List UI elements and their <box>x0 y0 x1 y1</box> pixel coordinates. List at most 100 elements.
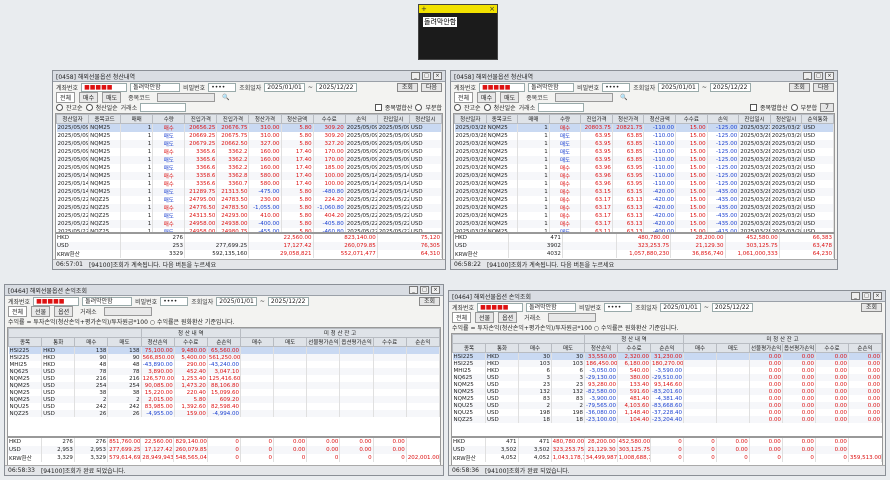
column-header[interactable]: 매도 <box>716 343 750 353</box>
table-row[interactable]: NQM25 USD 23 23 93,280.00 133.40 93,146.60 0.00… <box>452 381 882 388</box>
sticky-close-icon[interactable]: × <box>489 5 495 13</box>
table-row[interactable]: HSI225 HKD 90 90 566,850.00 5,400.00 561,250.0… <box>8 354 440 361</box>
maximize-icon[interactable]: □ <box>862 292 871 300</box>
table-row[interactable]: NQM25 USD 2 2 2,015.00 5.80 609.20 <box>8 396 440 403</box>
exchange-select[interactable] <box>538 102 585 112</box>
table-row[interactable]: NQM25 USD 83 83 -3,900.00 481.40 -4,381.40 0.00… <box>452 395 882 402</box>
table-row[interactable]: NQZ25 USD 26 26 -4,955.00 159.00 -4,994.00 <box>8 410 440 417</box>
column-header[interactable]: 매수 <box>683 343 717 353</box>
column-header[interactable]: 옵션평가손익 <box>782 343 816 353</box>
date-from-field[interactable]: 2025/01/01 <box>660 302 701 312</box>
table-row[interactable]: 2025/05/22 NQZ25 1 매수 24958.00 24938.00 -400.0… <box>56 220 442 228</box>
table-row[interactable]: NQU25 USD 242 242 83,985.00 1,392.60 82,598.40 <box>8 403 440 410</box>
column-header[interactable]: 진입가격 <box>216 114 250 124</box>
table-row[interactable]: 2025/03/28 NQM25 1 매도 63.95 63.85 -110.00 15.00… <box>454 132 834 140</box>
minimize-icon[interactable]: _ <box>411 72 420 80</box>
minimize-icon[interactable]: _ <box>851 292 860 300</box>
column-header[interactable]: 청산금액 <box>280 114 314 124</box>
column-header[interactable]: 수량 <box>152 114 186 124</box>
table-row[interactable]: NQ625 USD 78 78 3,890.00 452.40 3,047.10 <box>8 368 440 375</box>
table-row[interactable]: 2025/03/28 NQM25 1 매수 63.17 63.13 -420.00 15.00… <box>454 220 834 228</box>
table-row[interactable]: NQ625 USD 3 3 -29,130.00 380.00 -29,510.00 0.00… <box>452 374 882 381</box>
column-header[interactable]: 수수료 <box>815 343 849 353</box>
item-code-field[interactable] <box>157 92 216 102</box>
column-header[interactable]: 종목코드 <box>88 114 122 124</box>
column-header[interactable]: 청산금액 <box>643 114 677 124</box>
tab-options[interactable]: 옵션 <box>498 311 518 323</box>
tab-sell[interactable]: 매도 <box>500 91 520 103</box>
column-header[interactable]: 청산일자 <box>454 114 487 124</box>
query-button[interactable]: 조회 <box>788 82 810 92</box>
tab-all[interactable]: 전체 <box>454 91 474 103</box>
maximize-icon[interactable]: □ <box>420 286 429 294</box>
sticky-note[interactable]: + × 돌려막안함 <box>418 4 498 60</box>
table-row[interactable]: 2025/03/28 NQM25 1 매수 63.96 63.95 -110.00 15.00… <box>454 164 834 172</box>
search-icon[interactable]: 🔍 <box>219 94 232 101</box>
password-field[interactable]: •••• <box>604 302 633 312</box>
column-header[interactable]: 수수료 <box>675 114 708 124</box>
column-header[interactable]: 청산일자 <box>56 114 90 124</box>
account-number-field[interactable]: ■■■■■ <box>477 302 524 312</box>
column-header[interactable]: 손익 <box>706 114 740 124</box>
date-to-field[interactable]: 2025/12/22 <box>711 302 753 312</box>
column-header[interactable]: 종목 <box>452 343 486 353</box>
table-row[interactable]: 2025/03/28 NQM25 1 매도 63.95 63.85 -110.00 15.00… <box>454 140 834 148</box>
column-header[interactable]: 매수 <box>74 337 109 347</box>
table-row[interactable]: 2025/05/14 NQM25 1 매수 3356.6 3360.7 580.00 17.4… <box>56 180 442 188</box>
column-header[interactable]: 매도 <box>107 337 142 347</box>
table-row[interactable]: HSI225 HKD 103 103 186,450.00 6,180.00 180,270… <box>452 360 882 367</box>
minimize-icon[interactable]: _ <box>409 286 418 294</box>
table-row[interactable]: 2025/03/28 NQM25 1 매수 63.17 63.13 -420.00 15.00… <box>454 212 834 220</box>
settlement-grid[interactable]: 청산일자 종목코드 매매 수량 진입가격 청산가격 청산금액 수수료 손익 진입일시 청산일시 순익통… <box>453 113 835 233</box>
column-header[interactable]: 매매 <box>517 114 550 124</box>
sticky-note-bar[interactable]: + × <box>419 5 497 13</box>
radio-close[interactable] <box>85 103 93 111</box>
column-header[interactable]: 선물평가손익 <box>306 337 341 347</box>
date-from-field[interactable]: 2025/01/01 <box>264 82 305 92</box>
table-row[interactable]: 2025/05/14 NQM25 1 매도 21289.75 21313.50 -475.0… <box>56 188 442 196</box>
password-field[interactable]: •••• <box>160 296 189 306</box>
column-header[interactable]: 청산손익 <box>140 337 175 347</box>
pnl-grid[interactable]: 청 산 내 역미 청 산 잔 고 종목 통화 매수 매도 청산손익 수수료 순손익 매수 매도 선물… <box>7 327 441 437</box>
maximize-icon[interactable]: □ <box>814 72 823 80</box>
table-row[interactable]: 2025/05/22 NQZ25 1 매수 24776.50 24783.50 -1,055… <box>56 204 442 212</box>
column-header[interactable]: 매수 <box>239 337 275 347</box>
table-row[interactable]: 2025/03/28 NQM25 1 매수 63.15 63.15 -420.00 15.00… <box>454 188 834 196</box>
title-bar[interactable]: [0464] 해외선물옵션 손익조회 _ □ × <box>5 285 443 296</box>
tab-buy[interactable]: 매수 <box>79 91 99 103</box>
column-header[interactable]: 통화 <box>485 343 519 353</box>
exchange-select[interactable] <box>103 306 152 316</box>
column-header[interactable]: 손익 <box>344 114 378 124</box>
column-header[interactable]: 진입가격 <box>184 114 218 124</box>
column-header[interactable]: 순익통화 <box>801 114 834 124</box>
column-header[interactable]: 수수료 <box>312 114 346 124</box>
column-header[interactable]: 진입일시 <box>738 114 771 124</box>
column-header[interactable]: 매수 <box>518 343 552 353</box>
table-row[interactable]: 2025/03/28 NQM25 1 매수 63.17 63.13 -420.00 15.00… <box>454 204 834 212</box>
extra-button[interactable]: 7 <box>820 102 834 112</box>
account-number-field[interactable]: ■■■■■ <box>81 82 128 92</box>
table-row[interactable]: 2025/03/28 NQM25 1 매수 20803.75 20821.75 -110.0… <box>454 123 834 132</box>
close-icon[interactable]: × <box>873 292 882 300</box>
table-row[interactable]: 2025/03/28 NQM25 1 매도 63.95 63.85 -110.00 15.00… <box>454 156 834 164</box>
table-row[interactable]: 2025/05/09 NQM25 1 매도 3366.6 3362.2 160.00 17.4… <box>56 164 442 172</box>
column-header[interactable]: 통화 <box>41 337 76 347</box>
column-header[interactable]: 매도 <box>273 337 308 347</box>
title-bar[interactable]: [0458] 해외선물옵션 청산내역 _ □ × <box>53 71 445 82</box>
column-header[interactable]: 수수료 <box>372 337 407 347</box>
table-row[interactable]: 2025/05/22 NQZ25 1 매도 24795.00 24783.50 230.00… <box>56 196 442 204</box>
date-to-field[interactable]: 2025/12/22 <box>315 82 357 92</box>
tab-all[interactable]: 전체 <box>452 311 472 323</box>
query-button[interactable]: 조회 <box>418 296 440 306</box>
table-row[interactable]: NQM25 USD 132 132 -82,580.00 591.60 -83,201.60… <box>452 388 882 395</box>
column-header[interactable]: 청산손익 <box>584 343 618 353</box>
table-row[interactable]: 2025/05/09 NQM25 1 매수 3365.6 3362.2 160.00 17.4… <box>56 148 442 156</box>
tab-futures[interactable]: 선물 <box>475 311 495 323</box>
radio-close[interactable] <box>483 103 491 111</box>
table-row[interactable]: NQZ25 USD 18 18 -23,100.00 104.40 -23,204.40 0.… <box>452 416 882 423</box>
close-icon[interactable]: × <box>825 72 834 80</box>
column-header[interactable]: 진입가격 <box>580 114 613 124</box>
column-header[interactable]: 종목 <box>8 337 43 347</box>
table-row[interactable]: NQM25 USD 38 38 15,220.00 220.40 15,099.60 <box>8 389 440 396</box>
date-from-field[interactable]: 2025/01/01 <box>658 82 699 92</box>
